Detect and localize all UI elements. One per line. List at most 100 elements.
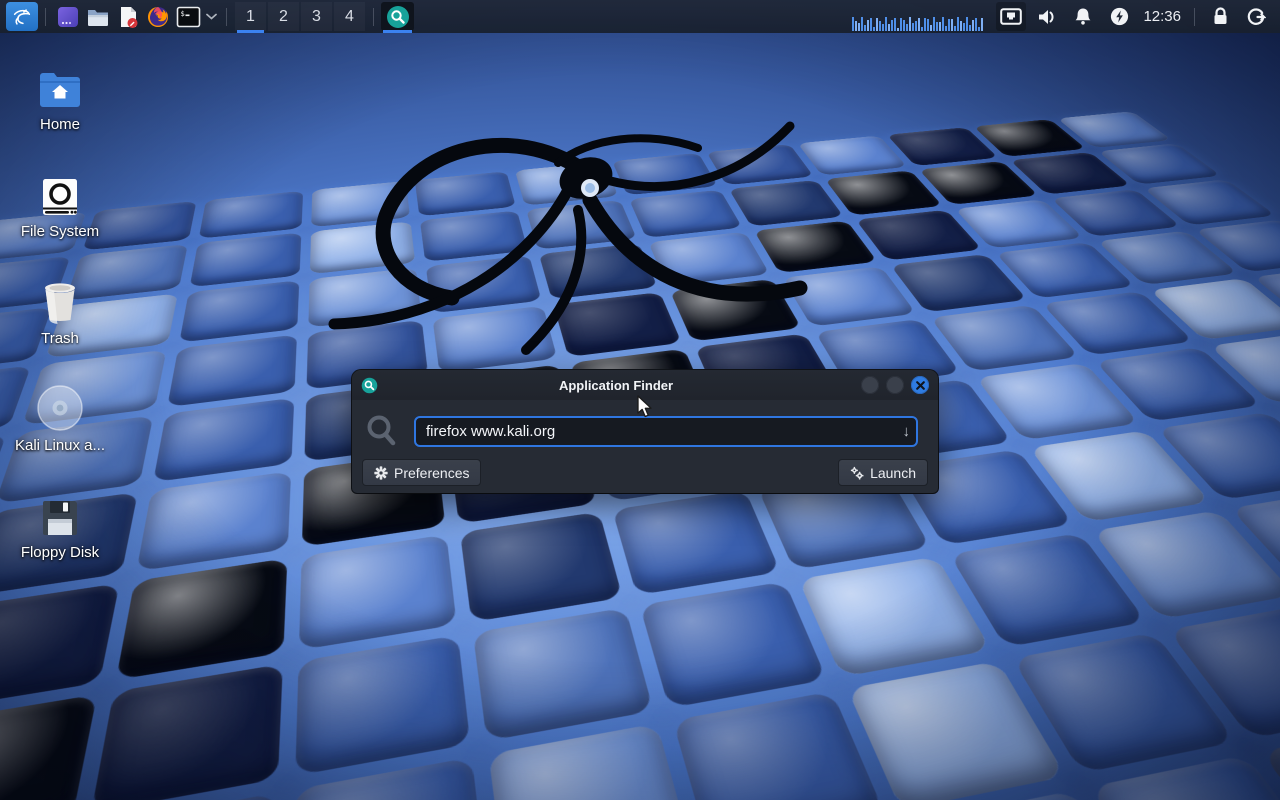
power-manager-indicator[interactable] [1104, 7, 1134, 26]
launcher-firefox[interactable] [143, 2, 173, 31]
cpu-bar [963, 23, 965, 32]
cpu-bar [957, 17, 959, 31]
home-folder-icon [38, 72, 82, 110]
workspace-2[interactable]: 2 [268, 2, 299, 31]
cpu-bar [852, 17, 854, 31]
logout-icon [1246, 7, 1266, 27]
desktop-icon-trash[interactable]: Trash [6, 266, 114, 370]
cpu-bar [939, 22, 941, 31]
gear-icon [374, 466, 388, 480]
maximize-button[interactable] [886, 376, 904, 394]
kali-dragon-icon [11, 6, 33, 28]
svg-text:$: $ [180, 10, 184, 18]
application-finder-icon [386, 5, 410, 29]
trash-icon [41, 282, 79, 324]
terminal-dropdown[interactable] [203, 2, 219, 31]
workspace-3[interactable]: 3 [301, 2, 332, 31]
lock-screen-button[interactable] [1205, 7, 1235, 26]
preferences-label: Preferences [394, 465, 469, 481]
cpu-bar [870, 18, 872, 31]
taskbar-application-finder[interactable] [381, 2, 414, 31]
workspace-1-label: 1 [246, 8, 255, 26]
cpu-bar [915, 21, 917, 31]
cpu-bar [888, 24, 890, 31]
logout-button[interactable] [1241, 7, 1271, 27]
search-input[interactable] [414, 416, 918, 447]
cpu-bar [897, 28, 899, 31]
desktop-icon-kali-docs[interactable]: Kali Linux a... [6, 373, 114, 477]
cpu-bar [921, 27, 923, 31]
desktop-icon-label: File System [21, 223, 99, 240]
cpu-bar [948, 19, 950, 31]
cpu-bar [855, 21, 857, 31]
volume-indicator[interactable] [1032, 8, 1062, 26]
workspace-1[interactable]: 1 [235, 2, 266, 31]
cpu-bar [864, 25, 866, 31]
window-title: Application Finder [378, 378, 854, 393]
cpu-bar [936, 22, 938, 31]
cpu-bar [861, 17, 863, 31]
desktop-icon-file-system[interactable]: File System [6, 159, 114, 263]
preferences-button[interactable]: Preferences [362, 459, 481, 486]
cpu-bar [966, 17, 968, 31]
workspace-4[interactable]: 4 [334, 2, 365, 31]
workspace-4-label: 4 [345, 8, 354, 26]
cpu-bar [918, 18, 920, 32]
dialog-actions: Preferences Launch [352, 454, 938, 491]
firefox-icon [146, 5, 170, 29]
cpu-bar [945, 26, 947, 31]
clock[interactable]: 12:36 [1143, 8, 1181, 25]
disc-icon [37, 385, 83, 431]
desktop-icon-home[interactable]: Home [6, 52, 114, 156]
volume-icon [1037, 8, 1058, 26]
search-icon [366, 414, 396, 448]
cpu-bar [894, 18, 896, 31]
cpu-bar [882, 24, 884, 32]
launcher-file-manager[interactable] [83, 2, 113, 31]
panel-separator [45, 8, 46, 26]
cpu-bar [876, 18, 878, 31]
panel-separator [226, 8, 227, 26]
close-icon [916, 381, 925, 390]
desktop-icon-label: Home [40, 116, 80, 133]
cpu-bar [933, 17, 935, 31]
minimize-button[interactable] [861, 376, 879, 394]
mouse-cursor [636, 395, 656, 419]
desktop-icon-label: Kali Linux a... [15, 437, 105, 454]
chevron-down-icon [206, 13, 217, 20]
application-finder-titlebar-icon [361, 377, 378, 394]
power-icon [1110, 7, 1129, 26]
workspace-3-label: 3 [312, 8, 321, 26]
close-button[interactable] [911, 376, 929, 394]
workspace-2-label: 2 [279, 8, 288, 26]
launcher-text-editor[interactable] [113, 2, 143, 31]
cpu-bar [942, 17, 944, 31]
window-app-icon [56, 5, 80, 29]
cpu-bar [909, 17, 911, 31]
bell-icon [1074, 7, 1092, 26]
cpu-bar [978, 27, 980, 31]
notifications-indicator[interactable] [1068, 7, 1098, 26]
top-panel: $ 1 2 3 4 [0, 0, 1280, 33]
desktop-icon-label: Floppy Disk [21, 544, 99, 561]
cpu-graph[interactable] [852, 2, 983, 31]
launcher-terminal[interactable]: $ [173, 2, 203, 31]
applications-menu-button[interactable] [6, 2, 38, 31]
launcher-window-app[interactable] [53, 2, 83, 31]
desktop-icons-column: Home File System Trash [6, 52, 114, 587]
panel-separator [1194, 8, 1195, 26]
cpu-bar [927, 19, 929, 31]
cpu-bar [900, 18, 902, 31]
cpu-bar [912, 23, 914, 31]
cpu-bar [954, 26, 956, 31]
cpu-bar [972, 20, 974, 32]
harddisk-icon [40, 177, 80, 217]
network-indicator[interactable] [996, 2, 1026, 31]
desktop-icon-floppy-disk[interactable]: Floppy Disk [6, 480, 114, 584]
file-manager-icon [86, 5, 110, 29]
panel-separator [373, 8, 374, 26]
desktop-root: $ 1 2 3 4 [0, 0, 1280, 800]
cpu-bar [873, 27, 875, 31]
cpu-bar [969, 25, 971, 31]
launch-button[interactable]: Launch [838, 459, 928, 486]
